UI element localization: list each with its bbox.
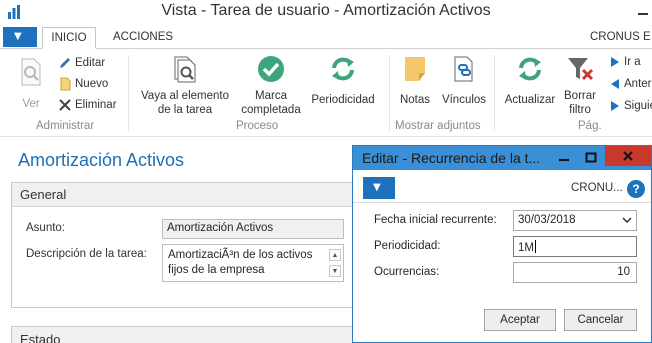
- fecha-value: 30/03/2018: [518, 214, 576, 226]
- dialog-titlebar[interactable]: Editar - Recurrencia de la t...: [353, 146, 651, 170]
- vaya-label-line1: Vaya al elemento: [140, 90, 229, 102]
- marca-label-line1: Marca: [255, 90, 287, 102]
- fecha-label: Fecha inicial recurrente:: [374, 214, 497, 226]
- descripcion-textarea[interactable]: AmortizaciÃ³n de los activos fijos de la…: [162, 244, 344, 282]
- delete-x-icon: [59, 99, 71, 111]
- help-icon[interactable]: ?: [627, 180, 645, 198]
- periodicidad-button[interactable]: Periodicidad: [308, 55, 378, 107]
- view-document-icon: [21, 58, 41, 86]
- anterior-label: Anter: [624, 78, 652, 90]
- siguiente-button[interactable]: Siguie: [609, 97, 652, 115]
- eliminar-button[interactable]: Eliminar: [58, 96, 117, 114]
- new-document-icon: [60, 77, 71, 91]
- actualizar-button[interactable]: Actualizar: [500, 55, 560, 107]
- ribbon-tabbar: ▼ INICIO ACCIONES CRONUS E: [0, 24, 652, 49]
- borrar-filtro-button[interactable]: Borrar filtro: [560, 55, 600, 117]
- asunto-label: Asunto:: [26, 222, 65, 234]
- vinculos-label: Vínculos: [441, 94, 487, 106]
- notas-button[interactable]: Notas: [394, 55, 436, 107]
- descripcion-label: Descripción de la tarea:: [26, 248, 147, 260]
- ver-label: Ver: [22, 98, 40, 110]
- recurrence-dialog: Editar - Recurrencia de la t... ▼ CRONU.…: [352, 145, 652, 343]
- group-separator: [389, 55, 390, 131]
- goto-arrow-icon: [611, 56, 619, 67]
- next-arrow-icon: [611, 100, 619, 111]
- checkmark-circle-icon: [258, 56, 284, 82]
- tab-acciones[interactable]: ACCIONES: [113, 27, 173, 49]
- periodicidad-input[interactable]: 1M: [513, 236, 637, 257]
- ribbon: Ver Editar Nuevo Eliminar Administrar Va…: [0, 49, 652, 137]
- cancelar-button[interactable]: Cancelar: [564, 309, 637, 331]
- page-title: Amortización Activos: [18, 150, 185, 170]
- anterior-button[interactable]: Anter: [609, 75, 652, 93]
- actualizar-label: Actualizar: [504, 94, 556, 106]
- siguiente-label: Siguie: [624, 100, 652, 112]
- aceptar-button[interactable]: Aceptar: [484, 309, 556, 331]
- dialog-maximize-icon[interactable]: [578, 149, 604, 167]
- descripcion-line1: AmortizaciÃ³n de los activos: [168, 249, 313, 261]
- group-label-administrar: Administrar: [36, 120, 95, 132]
- vaya-al-elemento-button[interactable]: Vaya al elemento de la tarea: [136, 55, 234, 117]
- vaya-label-line2: de la tarea: [157, 104, 213, 116]
- note-icon: [405, 57, 425, 81]
- group-label-pag: Pág.: [578, 120, 602, 132]
- dialog-menu-button[interactable]: ▼: [363, 177, 395, 199]
- eliminar-label: Eliminar: [75, 99, 117, 111]
- group-label-mostrar-adjuntos: Mostrar adjuntos: [395, 120, 481, 132]
- dropdown-arrow-icon: ▼: [14, 31, 22, 42]
- scroll-down-icon[interactable]: ▼: [329, 265, 341, 277]
- editar-button[interactable]: Editar: [58, 54, 105, 72]
- chevron-down-icon: [622, 217, 632, 224]
- company-name[interactable]: CRONUS E: [590, 31, 651, 43]
- refresh-icon: [519, 57, 541, 81]
- recurrence-refresh-icon: [332, 57, 354, 81]
- ver-button[interactable]: Ver: [14, 57, 48, 111]
- app-menu-button[interactable]: ▼: [3, 27, 37, 47]
- borrar-label-line1: Borrar: [564, 90, 596, 102]
- ir-a-button[interactable]: Ir a: [609, 53, 641, 71]
- periodicidad-field-label: Periodicidad:: [374, 240, 441, 252]
- editar-label: Editar: [75, 57, 106, 69]
- nuevo-button[interactable]: Nuevo: [58, 75, 108, 93]
- previous-arrow-icon: [611, 78, 619, 89]
- descripcion-line2: fijos de la empresa: [168, 264, 265, 276]
- dialog-company-name[interactable]: CRONU...: [571, 182, 623, 194]
- dialog-title: Editar - Recurrencia de la t...: [362, 150, 541, 166]
- group-separator: [128, 55, 129, 131]
- clear-filter-icon: [568, 58, 594, 81]
- estado-fasttab[interactable]: Estado: [11, 326, 356, 343]
- vinculos-button[interactable]: Vínculos: [438, 55, 490, 107]
- window-titlebar: Vista - Tarea de usuario - Amortización …: [0, 0, 652, 24]
- dialog-toolbar: ▼ CRONU... ?: [353, 177, 651, 203]
- pencil-icon: [60, 57, 70, 68]
- tab-inicio[interactable]: INICIO: [42, 27, 96, 49]
- general-header[interactable]: General: [12, 183, 355, 207]
- ocurrencias-input[interactable]: 10: [513, 262, 637, 283]
- link-document-icon: [454, 56, 473, 82]
- scroll-up-icon[interactable]: ▲: [329, 249, 341, 261]
- dropdown-arrow-icon: ▼: [373, 182, 381, 193]
- goto-document-icon: [174, 56, 196, 83]
- ir-a-label: Ir a: [624, 56, 641, 68]
- window-title: Vista - Tarea de usuario - Amortización …: [161, 2, 491, 19]
- text-caret: [534, 240, 536, 253]
- ocurrencias-label: Ocurrencias:: [374, 266, 440, 278]
- nuevo-label: Nuevo: [75, 78, 109, 90]
- borrar-label-line2: filtro: [569, 104, 591, 116]
- dialog-minimize-icon[interactable]: [551, 149, 577, 167]
- fecha-inicial-select[interactable]: 30/03/2018: [513, 210, 637, 231]
- dialog-close-icon[interactable]: [605, 146, 651, 166]
- minimize-icon[interactable]: [634, 4, 652, 18]
- marca-completada-button[interactable]: Marca completada: [236, 55, 306, 117]
- asunto-field[interactable]: Amortización Activos: [162, 219, 344, 239]
- periodicidad-label: Periodicidad: [311, 94, 375, 106]
- marca-label-line2: completada: [241, 104, 301, 116]
- group-separator: [494, 55, 495, 131]
- periodicidad-value: 1M: [518, 242, 534, 254]
- notas-label: Notas: [399, 94, 431, 106]
- estado-header: Estado: [20, 332, 61, 343]
- group-label-proceso: Proceso: [236, 120, 279, 132]
